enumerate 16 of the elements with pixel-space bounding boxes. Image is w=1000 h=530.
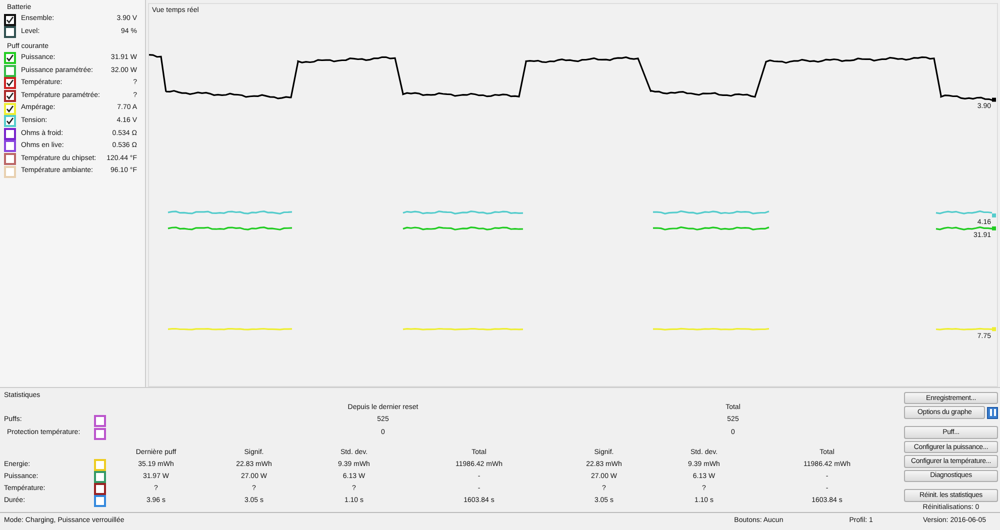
checkbox[interactable] (4, 128, 16, 140)
checkbox[interactable] (4, 64, 16, 77)
checkbox[interactable] (4, 140, 16, 152)
checkbox[interactable] (4, 52, 16, 64)
checkbox[interactable] (4, 77, 16, 90)
checkbox[interactable] (94, 428, 106, 440)
checkbox[interactable] (94, 483, 106, 496)
checkbox[interactable] (4, 14, 16, 26)
checkbox[interactable] (4, 153, 16, 166)
checkbox[interactable] (4, 115, 16, 128)
checkbox[interactable] (94, 414, 106, 427)
checkbox[interactable] (94, 471, 106, 484)
checkbox[interactable] (94, 495, 106, 508)
checkbox[interactable] (4, 90, 16, 102)
checkbox[interactable] (4, 26, 16, 38)
pause-toggle-icon[interactable] (987, 406, 998, 419)
